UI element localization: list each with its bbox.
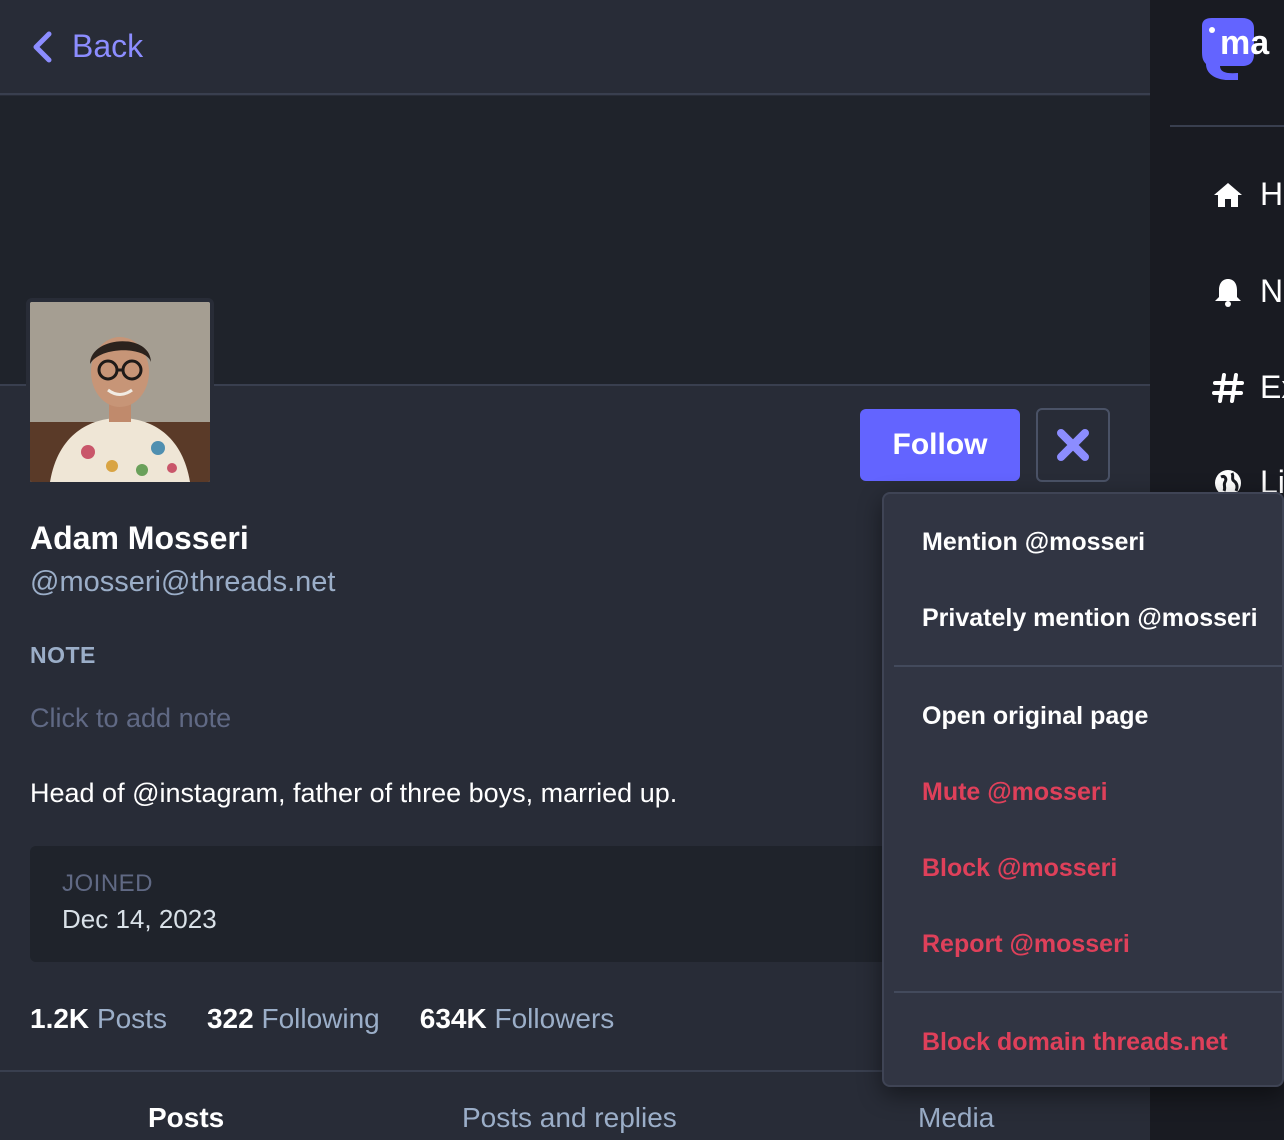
- stat-following[interactable]: 322 Following: [207, 1003, 380, 1035]
- tab-posts[interactable]: Posts: [148, 1102, 224, 1134]
- hashtag-icon: [1212, 372, 1244, 403]
- menu-item-mention[interactable]: Mention @mosseri: [922, 528, 1145, 557]
- nav-item-home-label: Ho: [1260, 176, 1284, 212]
- note-input[interactable]: Click to add note: [30, 703, 530, 734]
- bell-icon: [1215, 278, 1241, 307]
- back-button[interactable]: Back: [30, 28, 143, 65]
- stat-followers-value: 634K: [419, 1003, 487, 1034]
- close-icon: [1057, 429, 1089, 461]
- column-header: Back: [0, 0, 1150, 95]
- menu-item-mute[interactable]: Mute @mosseri: [922, 778, 1108, 807]
- joined-field: JOINED Dec 14, 2023: [30, 846, 930, 962]
- menu-item-open-original[interactable]: Open original page: [922, 702, 1148, 731]
- logo-wordmark: ma: [1220, 24, 1270, 62]
- tab-posts-and-replies[interactable]: Posts and replies: [462, 1102, 677, 1134]
- profile-bio: Head of @instagram, father of three boys…: [30, 778, 678, 808]
- menu-separator: [894, 991, 1282, 993]
- nav-divider: [1170, 125, 1284, 127]
- menu-separator: [894, 665, 1282, 667]
- nav-item-explore-label: Ex: [1260, 369, 1284, 405]
- stat-posts-value: 1.2K: [30, 1003, 90, 1034]
- menu-item-private-mention[interactable]: Privately mention @mosseri: [922, 604, 1258, 633]
- account-actions-menu: Mention @mosseri Privately mention @moss…: [882, 492, 1284, 1087]
- stat-followers[interactable]: 634K Followers: [420, 1003, 615, 1035]
- nav-item-notifications[interactable]: No: [1212, 273, 1284, 310]
- stat-posts[interactable]: 1.2K Posts: [30, 1003, 167, 1035]
- follow-button[interactable]: Follow: [860, 409, 1020, 481]
- menu-item-block[interactable]: Block @mosseri: [922, 854, 1117, 883]
- stat-followers-label: Followers: [494, 1003, 615, 1034]
- stat-posts-label: Posts: [96, 1003, 167, 1034]
- avatar[interactable]: [26, 298, 214, 486]
- mastodon-logo-icon[interactable]: ma: [1198, 16, 1284, 80]
- stat-following-label: Following: [261, 1003, 380, 1034]
- avatar-photo: [30, 302, 210, 482]
- app-root: Back Follow Adam Mosseri @mosseri@thread…: [0, 0, 1284, 1140]
- home-icon: [1214, 182, 1242, 207]
- nav-item-notifications-label: No: [1260, 273, 1284, 309]
- account-handle: @mosseri@threads.net: [30, 566, 336, 598]
- tab-media[interactable]: Media: [918, 1102, 994, 1134]
- menu-item-report[interactable]: Report @mosseri: [922, 930, 1130, 959]
- nav-item-home[interactable]: Ho: [1212, 176, 1284, 213]
- joined-date: Dec 14, 2023: [62, 904, 217, 934]
- chevron-left-icon: [33, 31, 52, 62]
- close-menu-button[interactable]: [1036, 408, 1110, 482]
- menu-item-block-domain[interactable]: Block domain threads.net: [922, 1028, 1228, 1057]
- back-button-label: Back: [72, 28, 144, 64]
- display-name: Adam Mosseri: [30, 520, 249, 556]
- note-label: NOTE: [30, 642, 96, 668]
- nav-item-explore[interactable]: Ex: [1212, 369, 1284, 406]
- joined-label: JOINED: [62, 870, 154, 897]
- profile-stats: 1.2K Posts 322 Following 634K Followers: [30, 1003, 614, 1035]
- stat-following-value: 322: [206, 1003, 254, 1034]
